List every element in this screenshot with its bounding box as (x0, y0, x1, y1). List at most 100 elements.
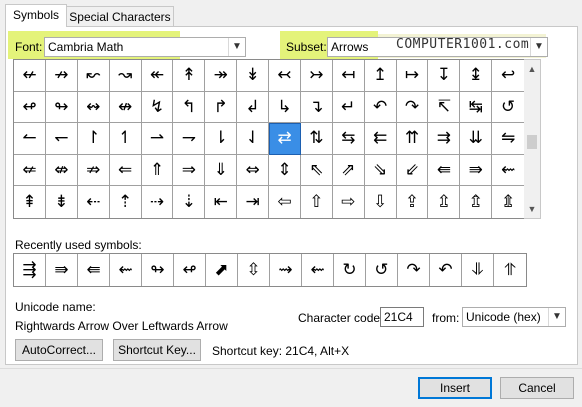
symbol-cell[interactable]: ⇏ (77, 154, 110, 187)
recent-symbol-cell[interactable]: ⇜ (302, 254, 334, 286)
recent-symbol-cell[interactable]: ⇚ (78, 254, 110, 286)
symbol-cell[interactable]: ↸ (428, 91, 461, 124)
autocorrect-button[interactable]: AutoCorrect... (15, 339, 103, 361)
symbol-grid-scrollbar[interactable]: ▲ ▼ (524, 59, 541, 219)
symbol-cell[interactable]: ↧ (428, 60, 461, 92)
symbol-cell[interactable]: ⇩ (365, 186, 397, 218)
symbol-cell[interactable]: ⇓ (205, 154, 238, 187)
symbol-cell[interactable]: ⇃ (237, 123, 269, 155)
symbol-cell[interactable]: ↝ (109, 60, 142, 92)
symbol-cell[interactable]: ⇔ (237, 154, 269, 187)
symbol-cell[interactable]: ↣ (300, 60, 333, 92)
shortcut-key-button[interactable]: Shortcut Key... (113, 339, 201, 361)
symbol-cell[interactable]: ↨ (460, 60, 493, 92)
tab-special-characters[interactable]: Special Characters (66, 6, 174, 27)
symbol-cell[interactable]: ↟ (173, 60, 206, 92)
recent-symbol-cell[interactable]: ↻ (334, 254, 366, 286)
symbol-cell[interactable]: ↱ (205, 91, 238, 124)
symbol-cell[interactable]: ⇡ (110, 186, 142, 218)
symbol-cell[interactable]: ⇁ (173, 123, 206, 155)
symbol-cell[interactable]: ⇋ (492, 123, 524, 155)
symbol-cell[interactable]: ↰ (173, 91, 206, 124)
symbol-cell[interactable]: ↛ (45, 60, 78, 92)
symbol-cell[interactable]: ⇤ (205, 186, 238, 218)
symbol-cell[interactable]: ⇬ (460, 186, 493, 218)
scroll-down-icon[interactable]: ▼ (524, 201, 540, 217)
symbol-cell[interactable]: ⇇ (364, 123, 397, 155)
symbol-cell[interactable]: ↩ (492, 60, 524, 92)
symbol-cell[interactable]: ⇉ (428, 123, 461, 155)
recent-symbol-cell[interactable]: ⇜ (110, 254, 142, 286)
symbol-cell[interactable]: ↿ (109, 123, 142, 155)
symbol-cell[interactable]: ↾ (77, 123, 110, 155)
symbol-cell[interactable]: ⇠ (78, 186, 110, 218)
symbol-cell[interactable]: ⇭ (492, 186, 524, 218)
symbol-cell[interactable]: ⇚ (428, 154, 461, 187)
symbol-cell[interactable]: ⇪ (397, 186, 429, 218)
symbol-cell[interactable]: ⇣ (173, 186, 206, 218)
symbol-cell[interactable]: ⇈ (396, 123, 429, 155)
recent-symbol-cell[interactable]: ↬ (142, 254, 174, 286)
symbol-cell[interactable]: ↳ (269, 91, 301, 124)
symbol-cell[interactable]: ↠ (205, 60, 238, 92)
symbol-cell[interactable]: ⇐ (109, 154, 142, 187)
recent-symbol-cell[interactable]: ⇛ (46, 254, 78, 286)
symbol-cell[interactable]: ⇍ (14, 154, 46, 187)
symbol-cell[interactable]: ↦ (396, 60, 429, 92)
scroll-up-icon[interactable]: ▲ (524, 61, 540, 77)
symbol-cell[interactable]: ↹ (460, 91, 493, 124)
symbol-cell[interactable]: ⇅ (300, 123, 333, 155)
symbol-cell[interactable]: ↤ (332, 60, 365, 92)
cancel-button[interactable]: Cancel (500, 377, 574, 399)
symbol-cell[interactable]: ↷ (396, 91, 429, 124)
symbol-cell[interactable]: ⇘ (364, 154, 397, 187)
symbol-cell[interactable]: ⇂ (205, 123, 238, 155)
symbol-cell[interactable]: ↞ (141, 60, 174, 92)
symbol-cell[interactable]: ⇀ (141, 123, 174, 155)
recent-symbol-cell[interactable]: ⇳ (238, 254, 270, 286)
from-select[interactable]: Unicode (hex) ▼ (462, 307, 566, 327)
symbol-cell[interactable]: ↥ (364, 60, 397, 92)
symbol-cell[interactable]: ⇕ (269, 154, 301, 187)
recent-symbols[interactable]: ⇶ ⇛ ⇚ ⇜ ↬ ↫ ⬈ ⇳ ⇝ ⇜ ↻ ↺ ↷ ↶ ⥥ ⥣ (13, 253, 527, 287)
tab-symbols[interactable]: Symbols (5, 4, 67, 27)
font-select[interactable]: Cambria Math ▼ (44, 37, 246, 57)
recent-symbol-cell[interactable]: ⬈ (206, 254, 238, 286)
symbol-cell[interactable]: ⇞ (14, 186, 46, 218)
symbol-cell[interactable]: ↡ (237, 60, 269, 92)
symbol-cell[interactable]: ⇄ (269, 123, 301, 155)
recent-symbol-cell[interactable]: ⥣ (494, 254, 526, 286)
recent-symbol-cell[interactable]: ↶ (430, 254, 462, 286)
symbol-cell[interactable]: ↵ (332, 91, 365, 124)
symbol-cell[interactable]: ↫ (14, 91, 46, 124)
symbol-cell[interactable]: ↭ (77, 91, 110, 124)
symbol-cell[interactable]: ↜ (77, 60, 110, 92)
symbol-cell[interactable]: ↯ (141, 91, 174, 124)
recent-symbol-cell[interactable]: ↫ (174, 254, 206, 286)
symbol-cell[interactable]: ⇊ (460, 123, 493, 155)
recent-symbol-cell[interactable]: ↷ (398, 254, 430, 286)
symbol-cell[interactable]: ⇨ (333, 186, 365, 218)
symbol-cell[interactable]: ↺ (492, 92, 524, 124)
insert-button[interactable]: Insert (418, 377, 492, 399)
symbol-cell[interactable]: ⇆ (332, 123, 365, 155)
symbol-cell[interactable]: ⇗ (332, 154, 365, 187)
recent-symbol-cell[interactable]: ⇶ (14, 254, 46, 286)
symbol-cell[interactable]: ⇎ (45, 154, 78, 187)
symbol-cell[interactable]: ↼ (14, 123, 46, 155)
symbol-cell[interactable]: ⇦ (269, 186, 301, 218)
symbol-cell[interactable]: ↴ (300, 91, 333, 124)
symbol-cell[interactable]: ⇒ (173, 154, 206, 187)
symbol-cell[interactable]: ↽ (45, 123, 78, 155)
symbol-cell[interactable]: ⇧ (301, 186, 333, 218)
symbol-grid[interactable]: ↚ ↛ ↜ ↝ ↞ ↟ ↠ ↡ ↢ ↣ ↤ ↥ ↦ ↧ ↨ ↩ ↫ ↬ ↭ ↮ ↯ ↰ ↱ ↲ ↳ ↴ ↵ ↶ ↷ ↸ ↹ ↺ ↼ ↽ ↾ ↿ ⇀ ⇁ ⇂ ⇃… (13, 59, 525, 219)
symbol-cell[interactable]: ↲ (237, 91, 269, 124)
symbol-cell[interactable]: ⇥ (237, 186, 269, 218)
symbol-cell[interactable]: ↚ (14, 60, 46, 92)
recent-symbol-cell[interactable]: ⇝ (270, 254, 302, 286)
symbol-cell[interactable]: ⇛ (460, 154, 493, 187)
symbol-cell[interactable]: ⇑ (141, 154, 174, 187)
symbol-cell[interactable]: ↢ (269, 60, 301, 92)
symbol-cell[interactable]: ⇜ (492, 155, 524, 187)
symbol-cell[interactable]: ⇟ (46, 186, 78, 218)
